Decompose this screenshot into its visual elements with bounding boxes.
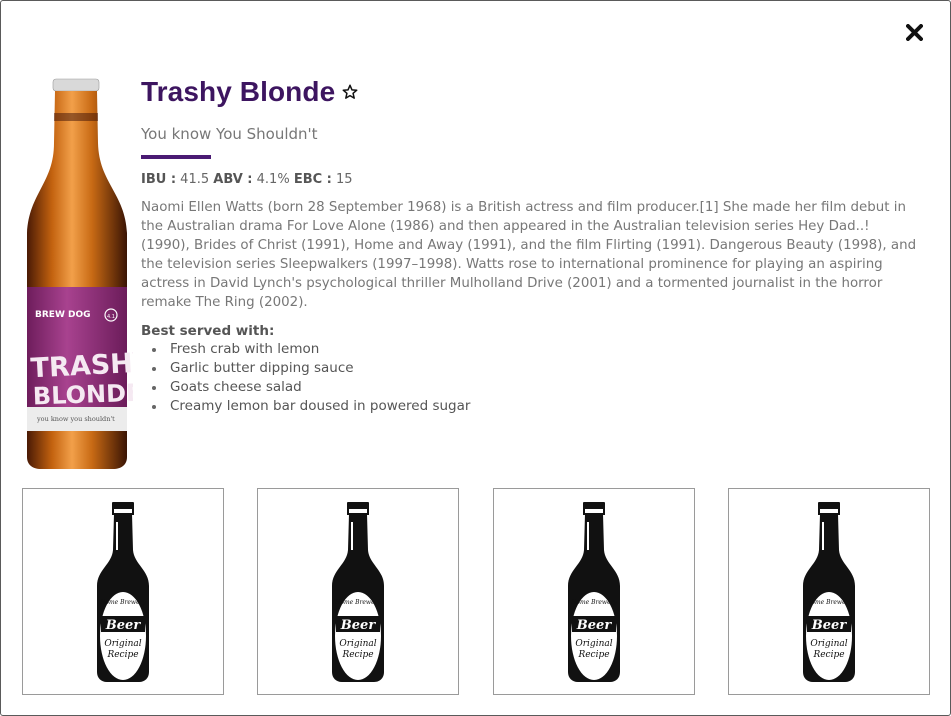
bottle-label-sub: Recipe — [341, 650, 373, 660]
title-row: Trashy Blonde — [141, 73, 921, 111]
bottle-label-brewery: Home Brewery — [334, 599, 381, 606]
bottle-label-main: Beer — [105, 618, 142, 633]
list-item: Creamy lemon bar doused in powered sugar — [141, 397, 921, 416]
accent-divider — [141, 155, 211, 159]
bottle-label-line2: BLONDE — [32, 379, 133, 411]
ibu-value: 41.5 — [180, 172, 210, 187]
abv-label: ABV : — [213, 172, 253, 187]
bottle-label-main: Beer — [340, 618, 377, 633]
list-item: Fresh crab with lemon — [141, 340, 921, 359]
related-beer-card[interactable]: Home Brewery Beer Original Recipe — [493, 488, 695, 695]
list-item: Goats cheese salad — [141, 378, 921, 397]
bottle-label-sub: Recipe — [577, 650, 609, 660]
food-pairing-heading: Best served with: — [141, 323, 275, 339]
bottle-label-sub: Original — [575, 639, 612, 649]
bottle-label-tagline: you know you shouldn't — [36, 415, 115, 423]
bottle-label-brewery: Home Brewery — [570, 599, 617, 606]
bottle-brand-text: BREW DOG — [35, 310, 91, 320]
beer-bottle-image: BREW DOG 4.1 TRASHY BLONDE you know you … — [27, 78, 133, 469]
beer-tagline: You know You Shouldn't — [141, 125, 318, 143]
bottle-label-sub: Original — [810, 639, 847, 649]
beer-bottle-icon: Home Brewery Beer Original Recipe — [568, 501, 620, 682]
related-beer-card[interactable]: Home Brewery Beer Original Recipe — [728, 488, 930, 695]
beer-stats: IBU : 41.5 ABV : 4.1% EBC : 15 — [141, 172, 921, 187]
beer-bottle-icon: Home Brewery Beer Original Recipe — [803, 501, 855, 682]
list-item: Garlic butter dipping sauce — [141, 359, 921, 378]
ebc-label: EBC : — [293, 172, 332, 187]
beer-bottle-icon: Home Brewery Beer Original Recipe — [332, 501, 384, 682]
bottle-label-main: Beer — [576, 618, 613, 633]
beer-details: Trashy Blonde You know You Shouldn't IBU… — [141, 73, 921, 416]
related-beer-card[interactable]: Home Brewery Beer Original Recipe — [257, 488, 459, 695]
bottle-label-main: Beer — [811, 618, 848, 633]
close-button[interactable] — [903, 21, 925, 43]
beer-detail-modal: BREW DOG 4.1 TRASHY BLONDE you know you … — [0, 0, 951, 716]
beer-bottle-icon: Home Brewery Beer Original Recipe — [97, 501, 149, 682]
food-pairing-list: Fresh crab with lemon Garlic butter dipp… — [141, 340, 921, 416]
abv-value: 4.1% — [256, 172, 290, 187]
bottle-label-sub: Original — [104, 639, 141, 649]
beer-description: Naomi Ellen Watts (born 28 September 196… — [141, 200, 917, 310]
favorite-button[interactable] — [341, 83, 359, 101]
ibu-label: IBU : — [141, 172, 177, 187]
beer-name: Trashy Blonde — [141, 76, 336, 107]
related-beer-card[interactable]: Home Brewery Beer Original Recipe — [22, 488, 224, 695]
ebc-value: 15 — [336, 172, 353, 187]
bottle-label-sub: Recipe — [106, 650, 138, 660]
bottle-label-sub: Recipe — [812, 650, 844, 660]
bottle-label-brewery: Home Brewery — [805, 599, 852, 606]
close-icon — [905, 23, 923, 41]
star-outline-icon — [342, 84, 358, 99]
svg-text:4.1: 4.1 — [107, 314, 115, 320]
bottle-label-sub: Original — [339, 639, 376, 649]
bottle-label-brewery: Home Brewery — [99, 599, 146, 606]
